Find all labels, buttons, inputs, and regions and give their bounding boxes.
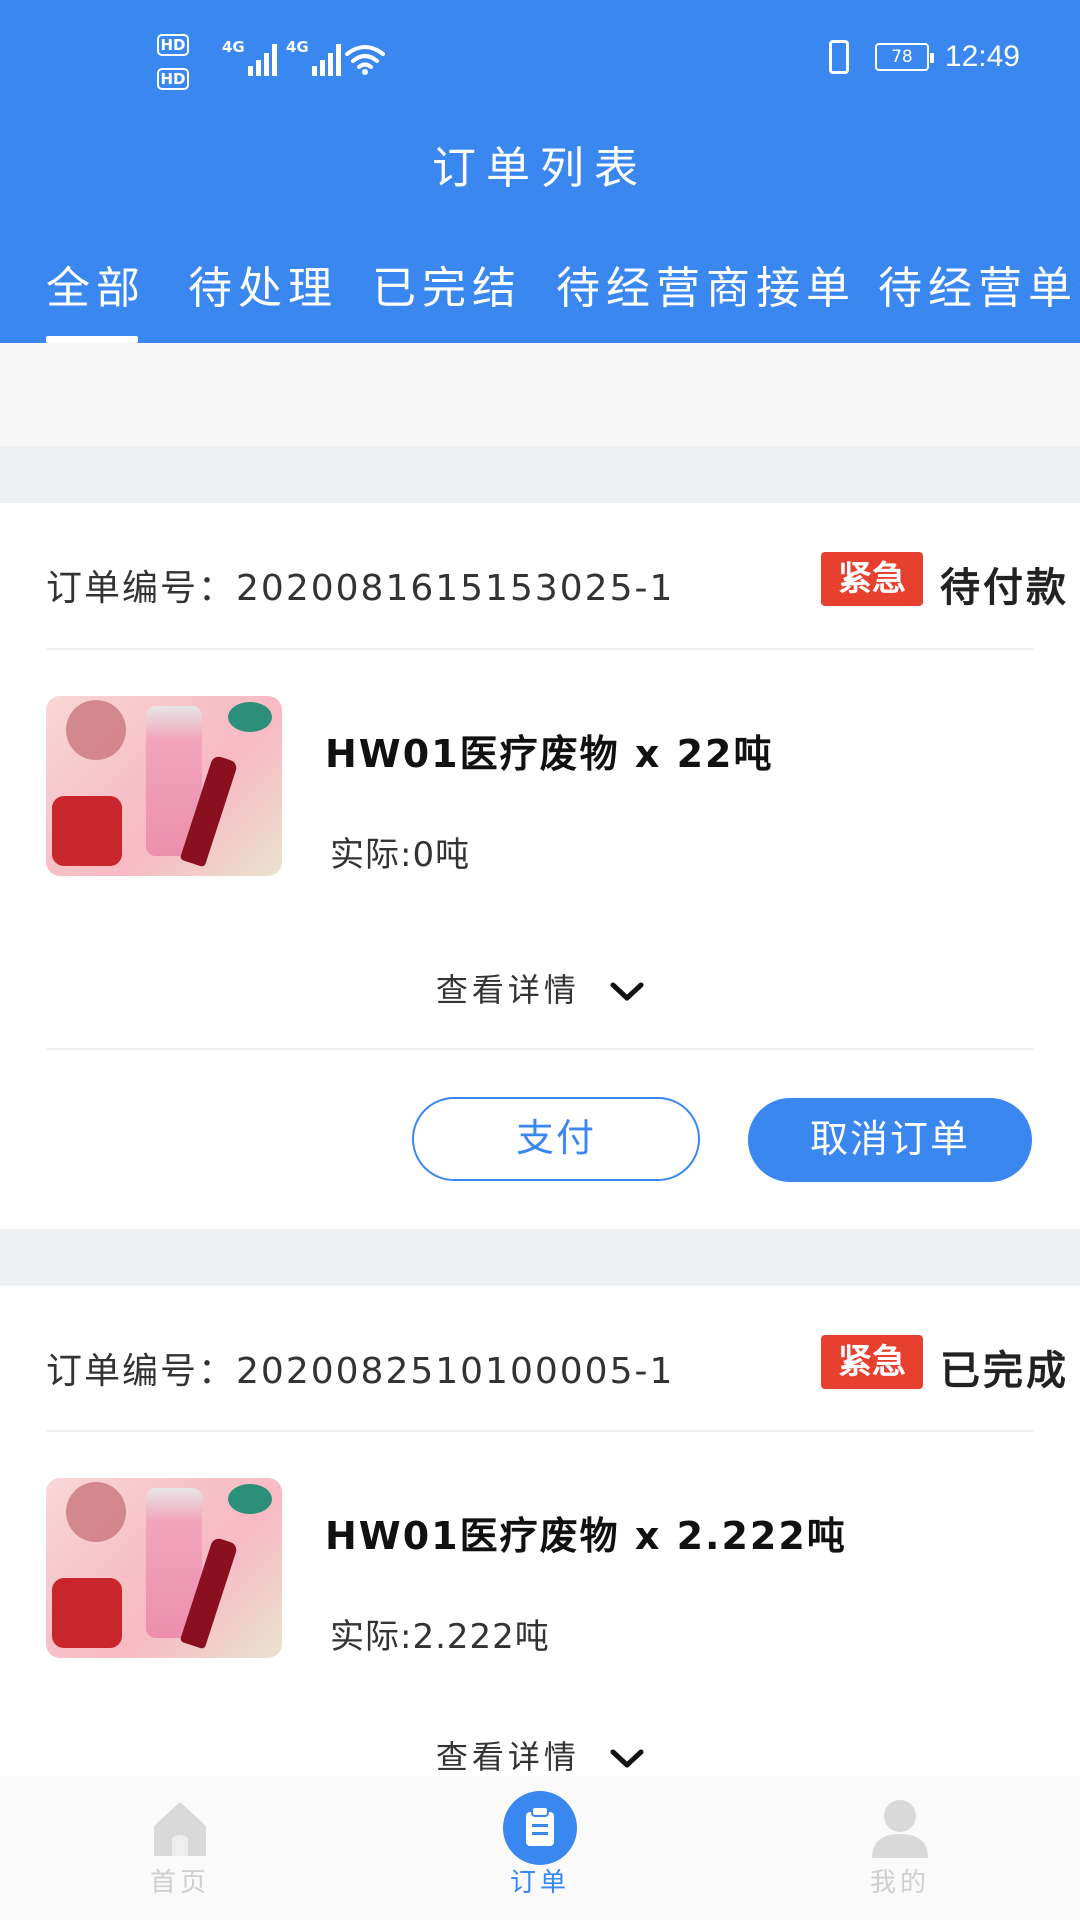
list-top-spacer xyxy=(0,343,1080,446)
network-type-2: 4G xyxy=(286,38,309,56)
cancel-order-button[interactable]: 取消订单 xyxy=(748,1098,1032,1182)
sim-indicators: HD HD xyxy=(157,34,207,102)
view-details-toggle[interactable]: 查看详情 xyxy=(0,965,1080,1011)
user-icon xyxy=(872,1800,928,1858)
order-status: 已完成 xyxy=(940,1348,1069,1394)
wifi-icon xyxy=(345,45,385,75)
signal-icon-1: 4G xyxy=(222,38,282,80)
divider xyxy=(46,1048,1034,1050)
signal-icon-2: 4G xyxy=(286,38,346,80)
page-title: 订单列表 xyxy=(432,143,648,194)
item-title: HW01医疗废物 x 2.222吨 xyxy=(325,1514,847,1558)
tab-awaiting-operator[interactable]: 待经营商接单 xyxy=(556,252,856,316)
product-image xyxy=(46,1478,282,1658)
chevron-down-icon xyxy=(610,982,644,1001)
nav-order-label: 订单 xyxy=(509,1868,570,1898)
order-number-value: 2020081615153025-1 xyxy=(236,568,675,609)
divider xyxy=(46,648,1034,650)
tab-pending[interactable]: 待处理 xyxy=(188,252,338,316)
chevron-down-icon xyxy=(610,1749,644,1768)
vibrate-icon xyxy=(819,40,859,74)
view-details-toggle[interactable]: 查看详情 xyxy=(0,1732,1080,1778)
tab-bar: 全部 待处理 已完结 待经营商接单 待经营单位 xyxy=(0,252,1080,343)
nav-mine[interactable]: 我的 xyxy=(800,1776,1000,1920)
active-tab-indicator xyxy=(46,336,138,343)
order-icon xyxy=(503,1791,577,1865)
tab-all[interactable]: 全部 xyxy=(46,252,146,316)
home-icon xyxy=(154,1802,206,1856)
urgent-badge: 紧急 xyxy=(821,552,923,606)
order-number: 订单编号：2020081615153025-1 xyxy=(46,559,674,611)
hd-badge-2: HD xyxy=(157,68,189,90)
battery-icon: 78 xyxy=(874,43,934,71)
section-gap xyxy=(0,1229,1080,1286)
status-bar: HD HD 4G 4G 78 12:49 xyxy=(0,0,1080,110)
nav-home[interactable]: 首页 xyxy=(80,1776,280,1920)
view-details-label: 查看详情 xyxy=(435,971,580,1009)
order-card: 订单编号：2020081615153025-1 紧急 待付款 HW01医疗废物 … xyxy=(0,503,1080,1229)
urgent-badge: 紧急 xyxy=(821,1335,923,1389)
item-title: HW01医疗废物 x 22吨 xyxy=(325,732,774,776)
hd-badge-1: HD xyxy=(157,34,189,56)
order-status: 待付款 xyxy=(940,565,1069,611)
product-image xyxy=(46,696,282,876)
clock: 12:49 xyxy=(944,40,1020,73)
nav-mine-label: 我的 xyxy=(869,1868,930,1898)
order-number: 订单编号：2020082510100005-1 xyxy=(46,1342,674,1394)
view-details-label: 查看详情 xyxy=(435,1738,580,1776)
app-header: HD HD 4G 4G 78 12:49 订单列表 全部 待处理 已完结 待经营… xyxy=(0,0,1080,343)
item-actual: 实际:0吨 xyxy=(330,835,471,875)
order-number-value: 2020082510100005-1 xyxy=(236,1351,675,1392)
order-number-label: 订单编号： xyxy=(46,1351,237,1392)
nav-home-label: 首页 xyxy=(149,1868,210,1898)
tab-finished[interactable]: 已完结 xyxy=(372,252,522,316)
bottom-navigation: 首页 订单 我的 xyxy=(0,1776,1080,1920)
item-actual: 实际:2.222吨 xyxy=(330,1617,550,1657)
order-card: 订单编号：2020082510100005-1 紧急 已完成 HW01医疗废物 … xyxy=(0,1286,1080,1776)
network-type-1: 4G xyxy=(222,38,245,56)
section-gap xyxy=(0,446,1080,503)
nav-order[interactable]: 订单 xyxy=(440,1776,640,1920)
tab-awaiting-unit[interactable]: 待经营单位 xyxy=(878,252,1080,316)
order-number-label: 订单编号： xyxy=(46,568,237,609)
pay-button[interactable]: 支付 xyxy=(412,1097,700,1181)
divider xyxy=(46,1430,1034,1432)
